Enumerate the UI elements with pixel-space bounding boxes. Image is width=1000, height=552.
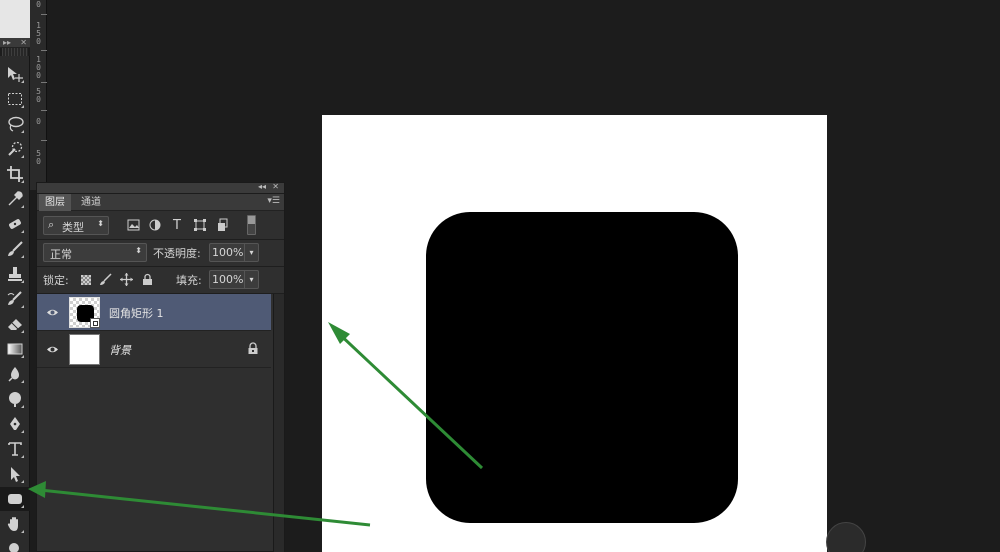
photoshop-window: ▸▸ ✕ 0 1 5 0 1 0 0 5 0 0 5 0 ◂◂ ✕ 图层 通道 … — [0, 0, 1000, 552]
arrow-to-shape-tool-head — [28, 481, 46, 498]
annotation-arrows — [28, 322, 484, 527]
arrow-to-shape-tool — [39, 488, 371, 527]
arrow-to-layer — [333, 328, 484, 470]
